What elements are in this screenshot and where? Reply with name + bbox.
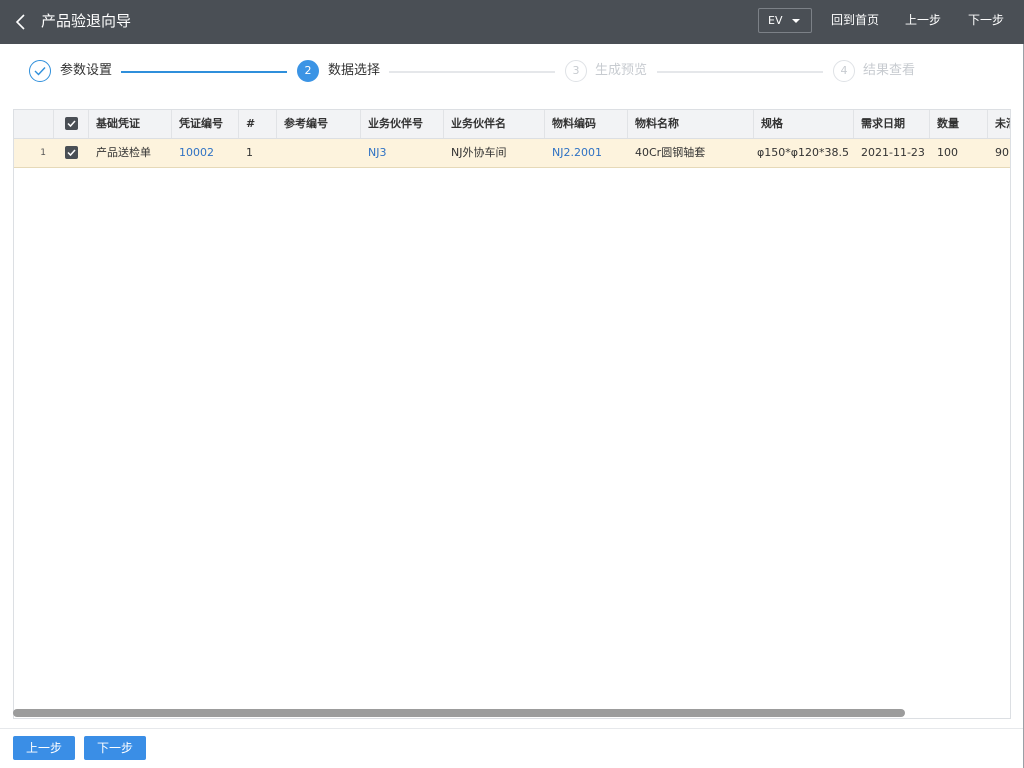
step-1-check-icon (29, 60, 51, 82)
step-connector-1 (121, 71, 287, 73)
column-header[interactable]: 规格 (754, 110, 854, 138)
column-header[interactable]: 物料名称 (628, 110, 754, 138)
page-title: 产品验退向导 (41, 12, 132, 30)
column-header[interactable]: # (239, 110, 277, 138)
caret-down-icon (792, 19, 800, 23)
step-1-label: 参数设置 (60, 63, 113, 78)
row-checkbox[interactable] (65, 146, 78, 159)
data-grid: 基础凭证 凭证编号 # 参考编号 业务伙伴号 业务伙伴名 物料编码 物料名称 规… (13, 109, 1011, 719)
table-header: 基础凭证 凭证编号 # 参考编号 业务伙伴号 业务伙伴名 物料编码 物料名称 规… (14, 110, 1010, 139)
footer-divider (0, 728, 1024, 729)
column-header[interactable]: 需求日期 (854, 110, 930, 138)
table-cell: 100 (937, 146, 958, 159)
table-cell: 90 (995, 146, 1009, 159)
next-button[interactable]: 下一步 (84, 736, 146, 760)
horizontal-scrollbar[interactable] (13, 709, 905, 717)
table-cell: 2021-11-23 (861, 146, 925, 159)
table-cell: 40Cr圆钢轴套 (635, 146, 706, 159)
table-cell (277, 139, 361, 167)
environment-dropdown[interactable]: EV (758, 8, 812, 33)
row-select-cell (54, 139, 89, 167)
column-header[interactable]: 业务伙伴名 (444, 110, 545, 138)
environment-label: EV (768, 14, 783, 27)
step-3-label: 生成预览 (595, 63, 648, 78)
partner-number-link[interactable]: NJ3 (361, 139, 444, 167)
table-cell: NJ外协车间 (451, 146, 507, 159)
column-header[interactable]: 未清 (988, 110, 1010, 138)
select-all-cell (54, 110, 89, 138)
step-3-number: 3 (565, 60, 587, 82)
row-number: 1 (40, 148, 46, 158)
prev-button[interactable]: 上一步 (13, 736, 75, 760)
table-cell: φ150*φ120*38.5 (757, 146, 849, 159)
step-4-number: 4 (833, 60, 855, 82)
step-connector-2 (389, 71, 555, 73)
step-connector-3 (657, 71, 823, 73)
header-prev-button[interactable]: 上一步 (905, 12, 941, 28)
back-arrow-icon[interactable] (12, 12, 30, 32)
table-cell: 1 (246, 146, 253, 159)
title-bar: 产品验退向导 EV 回到首页 上一步 下一步 (0, 0, 1024, 44)
select-all-checkbox[interactable] (65, 117, 78, 130)
step-2-label: 数据选择 (328, 63, 381, 78)
step-2-number: 2 (297, 60, 319, 82)
material-code-link[interactable]: NJ2.2001 (545, 139, 628, 167)
voucher-number-link[interactable]: 10002 (172, 139, 239, 167)
home-link[interactable]: 回到首页 (831, 12, 879, 28)
column-header[interactable]: 业务伙伴号 (361, 110, 444, 138)
column-header[interactable]: 基础凭证 (89, 110, 172, 138)
table-row[interactable]: 1 产品送检单 10002 1 NJ3 NJ外协车间 NJ2.2001 40Cr… (14, 139, 1010, 168)
column-header[interactable]: 参考编号 (277, 110, 361, 138)
column-header[interactable]: 数量 (930, 110, 988, 138)
table-cell: 产品送检单 (96, 146, 151, 159)
step-4-label: 结果查看 (863, 63, 916, 78)
header-next-button[interactable]: 下一步 (968, 12, 1004, 28)
rownum-header (14, 110, 54, 138)
column-header[interactable]: 物料编码 (545, 110, 628, 138)
column-header[interactable]: 凭证编号 (172, 110, 239, 138)
wizard-steps: 参数设置 2 数据选择 3 生成预览 4 结果查看 (0, 44, 1024, 100)
